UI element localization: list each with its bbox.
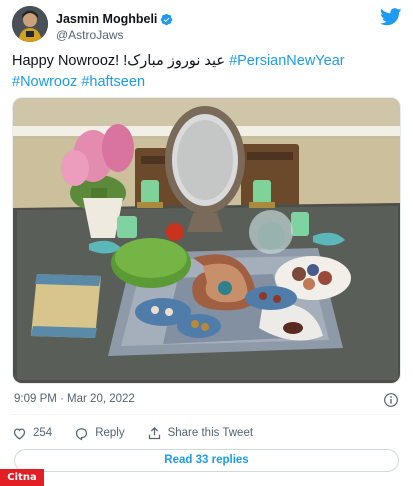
verified-badge-icon: [161, 13, 173, 25]
author-display-name[interactable]: Jasmin Moghbeli: [56, 11, 173, 27]
avatar[interactable]: [12, 6, 48, 42]
tweet-photo[interactable]: [12, 97, 401, 384]
hashtag-nowrooz[interactable]: #Nowrooz: [12, 74, 77, 90]
display-name-text[interactable]: Jasmin Moghbeli: [56, 11, 157, 27]
tweet-header: Jasmin Moghbeli @AstroJaws: [12, 6, 404, 46]
info-icon[interactable]: [383, 392, 399, 408]
tweet-text-english: Happy Nowrooz!: [12, 53, 120, 69]
hashtag-persiannewyear[interactable]: #PersianNewYear: [229, 53, 345, 69]
tweet-actions: 254 Reply Share this Tweet: [12, 423, 275, 443]
share-button[interactable]: Share this Tweet: [147, 426, 253, 441]
share-label: Share this Tweet: [167, 427, 254, 439]
twitter-bird-icon[interactable]: [380, 8, 402, 26]
like-button[interactable]: 254: [12, 426, 52, 441]
like-count: 254: [33, 427, 53, 439]
share-icon: [148, 426, 160, 439]
tweet-text: Happy Nowrooz! عید نوروز مبارک! #Persian…: [12, 51, 404, 93]
tweet-timestamp[interactable]: 9:09 PM · Mar 20, 2022: [14, 393, 135, 405]
divider: [12, 414, 401, 415]
hashtag-haftseen[interactable]: #haftseen: [81, 74, 145, 90]
heart-icon: [13, 427, 26, 440]
reply-label: Reply: [95, 427, 125, 439]
haftseen-table-image: [13, 98, 400, 383]
tweet-card: Jasmin Moghbeli @AstroJaws Happy Nowrooz…: [0, 0, 413, 486]
reply-button[interactable]: Reply: [74, 426, 125, 441]
tweet-text-persian: عید نوروز مبارک!: [123, 53, 226, 69]
site-watermark: Citna: [0, 469, 44, 486]
author-handle[interactable]: @AstroJaws: [56, 28, 173, 43]
read-replies-button[interactable]: Read 33 replies: [14, 449, 399, 472]
reply-icon: [76, 427, 88, 441]
author-names: Jasmin Moghbeli @AstroJaws: [56, 10, 173, 43]
